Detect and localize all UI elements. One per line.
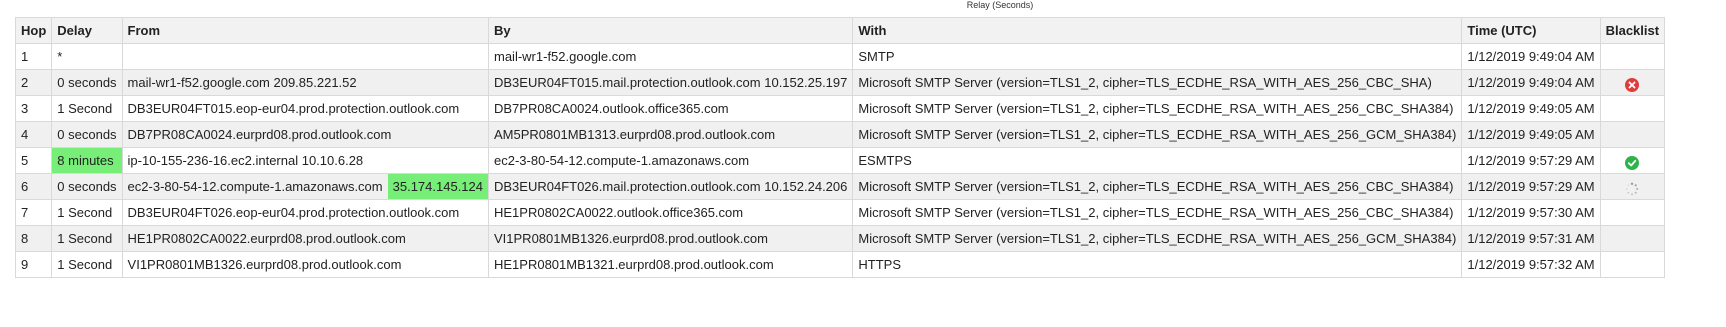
- delay-cell: 1 Second: [51, 251, 123, 278]
- with-cell: Microsoft SMTP Server (version=TLS1_2, c…: [852, 199, 1463, 226]
- delay-cell: 1 Second: [51, 95, 123, 122]
- with-cell: SMTP: [852, 43, 1463, 70]
- relay-table: Hop Delay From By With Time (UTC) Blackl…: [14, 17, 1666, 278]
- blacklist-cell: [1599, 199, 1666, 226]
- by-cell: ec2-3-80-54-12.compute-1.amazonaws.com: [487, 147, 854, 174]
- hop-cell: 3: [14, 95, 53, 122]
- blacklist-cell: [1599, 121, 1666, 148]
- blacklist-cell: [1599, 95, 1666, 122]
- table-row: 8 1 Second HE1PR0802CA0022.eurprd08.prod…: [14, 225, 1666, 252]
- with-cell: Microsoft SMTP Server (version=TLS1_2, c…: [852, 173, 1463, 200]
- by-cell: AM5PR0801MB1313.eurprd08.prod.outlook.co…: [487, 121, 854, 148]
- by-cell: HE1PR0802CA0022.outlook.office365.com: [487, 199, 854, 226]
- blacklist-cell: [1599, 225, 1666, 252]
- table-row: 9 1 Second VI1PR0801MB1326.eurprd08.prod…: [14, 251, 1666, 278]
- not-blacklisted-check-icon[interactable]: [1625, 155, 1640, 170]
- hop-cell: 5: [14, 147, 53, 174]
- blacklisted-x-icon[interactable]: [1625, 77, 1640, 92]
- time-cell: 1/12/2019 9:57:30 AM: [1461, 199, 1601, 226]
- delay-cell: *: [51, 43, 123, 70]
- from-cell: VI1PR0801MB1326.eurprd08.prod.outlook.co…: [121, 251, 490, 278]
- by-cell: VI1PR0801MB1326.eurprd08.prod.outlook.co…: [487, 225, 854, 252]
- from-cell: mail-wr1-f52.google.com 209.85.221.52: [121, 69, 490, 96]
- time-cell: 1/12/2019 9:57:31 AM: [1461, 225, 1601, 252]
- with-cell: ESMTPS: [852, 147, 1463, 174]
- from-cell: HE1PR0802CA0022.eurprd08.prod.outlook.co…: [121, 225, 490, 252]
- with-cell: Microsoft SMTP Server (version=TLS1_2, c…: [852, 95, 1463, 122]
- table-row: 7 1 Second DB3EUR04FT026.eop-eur04.prod.…: [14, 199, 1666, 226]
- with-cell: Microsoft SMTP Server (version=TLS1_2, c…: [852, 69, 1463, 96]
- table-row: 1 * mail-wr1-f52.google.com SMTP 1/12/20…: [14, 43, 1666, 70]
- by-cell: HE1PR0801MB1321.eurprd08.prod.outlook.co…: [487, 251, 854, 278]
- table-header-row: Hop Delay From By With Time (UTC) Blackl…: [14, 17, 1666, 44]
- from-cell: [121, 43, 490, 70]
- column-header-hop[interactable]: Hop: [14, 17, 53, 44]
- hop-cell: 7: [14, 199, 53, 226]
- table-row: 6 0 seconds ec2-3-80-54-12.compute-1.ama…: [14, 173, 1666, 200]
- by-cell: DB3EUR04FT026.mail.protection.outlook.co…: [487, 173, 854, 200]
- from-host: ec2-3-80-54-12.compute-1.amazonaws.com: [127, 179, 383, 194]
- hop-cell: 6: [14, 173, 53, 200]
- from-cell: DB3EUR04FT015.eop-eur04.prod.protection.…: [121, 95, 490, 122]
- hop-cell: 8: [14, 225, 53, 252]
- time-cell: 1/12/2019 9:49:05 AM: [1461, 95, 1601, 122]
- with-cell: Microsoft SMTP Server (version=TLS1_2, c…: [852, 121, 1463, 148]
- by-cell: mail-wr1-f52.google.com: [487, 43, 854, 70]
- with-cell: HTTPS: [852, 251, 1463, 278]
- from-cell: ip-10-155-236-16.ec2.internal 10.10.6.28: [121, 147, 490, 174]
- from-cell: ec2-3-80-54-12.compute-1.amazonaws.com 3…: [121, 173, 490, 200]
- time-cell: 1/12/2019 9:49:04 AM: [1461, 43, 1601, 70]
- loading-spinner-icon: [1626, 182, 1639, 195]
- column-header-from[interactable]: From: [121, 17, 490, 44]
- time-cell: 1/12/2019 9:57:29 AM: [1461, 173, 1601, 200]
- column-header-time[interactable]: Time (UTC): [1461, 17, 1601, 44]
- time-cell: 1/12/2019 9:57:29 AM: [1461, 147, 1601, 174]
- time-cell: 1/12/2019 9:49:04 AM: [1461, 69, 1601, 96]
- from-ip-highlighted: 35.174.145.124: [387, 174, 488, 199]
- by-cell: DB7PR08CA0024.outlook.office365.com: [487, 95, 854, 122]
- delay-cell: 0 seconds: [51, 173, 123, 200]
- with-cell: Microsoft SMTP Server (version=TLS1_2, c…: [852, 225, 1463, 252]
- hop-cell: 1: [14, 43, 53, 70]
- column-header-delay[interactable]: Delay: [51, 17, 123, 44]
- hop-cell: 4: [14, 121, 53, 148]
- blacklist-cell: [1599, 173, 1666, 200]
- table-row: 2 0 seconds mail-wr1-f52.google.com 209.…: [14, 69, 1666, 96]
- time-cell: 1/12/2019 9:49:05 AM: [1461, 121, 1601, 148]
- delay-cell: 1 Second: [51, 199, 123, 226]
- hop-cell: 9: [14, 251, 53, 278]
- column-header-with[interactable]: With: [852, 17, 1463, 44]
- delay-cell: 0 seconds: [51, 69, 123, 96]
- chart-axis-caption: Relay (Seconds): [966, 0, 1034, 10]
- blacklist-cell: [1599, 147, 1666, 174]
- hop-cell: 2: [14, 69, 53, 96]
- table-row: 4 0 seconds DB7PR08CA0024.eurprd08.prod.…: [14, 121, 1666, 148]
- column-header-blacklist[interactable]: Blacklist: [1599, 17, 1666, 44]
- delay-cell-highlighted: 8 minutes: [51, 147, 123, 174]
- table-row: 5 8 minutes ip-10-155-236-16.ec2.interna…: [14, 147, 1666, 174]
- delay-cell: 0 seconds: [51, 121, 123, 148]
- blacklist-cell: [1599, 251, 1666, 278]
- blacklist-cell: [1599, 43, 1666, 70]
- by-cell: DB3EUR04FT015.mail.protection.outlook.co…: [487, 69, 854, 96]
- table-row: 3 1 Second DB3EUR04FT015.eop-eur04.prod.…: [14, 95, 1666, 122]
- delay-cell: 1 Second: [51, 225, 123, 252]
- from-cell: DB3EUR04FT026.eop-eur04.prod.protection.…: [121, 199, 490, 226]
- blacklist-cell: [1599, 69, 1666, 96]
- column-header-by[interactable]: By: [487, 17, 854, 44]
- time-cell: 1/12/2019 9:57:32 AM: [1461, 251, 1601, 278]
- from-cell: DB7PR08CA0024.eurprd08.prod.outlook.com: [121, 121, 490, 148]
